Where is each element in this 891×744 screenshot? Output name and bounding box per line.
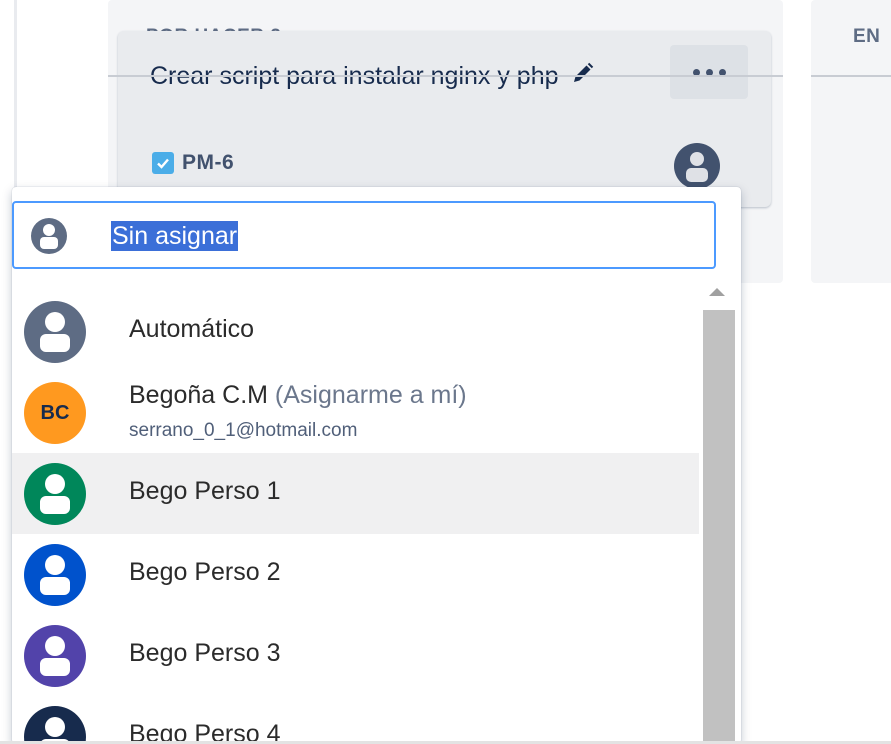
scrollbar[interactable] xyxy=(703,286,735,744)
person-icon xyxy=(24,706,86,744)
unassigned-avatar-icon xyxy=(31,218,67,254)
option-email: serrano_0_1@hotmail.com xyxy=(129,420,358,441)
option-subtext: (Asignarme a mí) xyxy=(274,381,467,409)
column-in-progress-title: EN xyxy=(853,26,881,47)
search-value[interactable]: Sin asignar xyxy=(111,221,239,251)
checkbox-icon xyxy=(152,152,174,174)
option-name: Automático xyxy=(129,315,255,343)
list-item[interactable]: Automático xyxy=(12,291,699,372)
column-in-progress: EN xyxy=(811,0,891,283)
divider xyxy=(108,75,783,77)
pencil-icon[interactable] xyxy=(571,60,595,94)
assignee-search-input[interactable]: Sin asignar xyxy=(12,201,716,269)
list-item[interactable]: Bego Perso 1 xyxy=(12,453,699,534)
option-name: Bego Perso 3 xyxy=(129,639,281,667)
issue-card[interactable]: Crear script para instalar nginx y php P… xyxy=(118,31,771,207)
more-button[interactable] xyxy=(670,45,748,99)
scrollbar-thumb[interactable] xyxy=(703,310,735,744)
option-name: Bego Perso 2 xyxy=(129,558,281,586)
left-rail xyxy=(14,0,17,200)
person-icon xyxy=(24,544,86,606)
person-icon xyxy=(24,301,86,363)
list-item[interactable]: Bego Perso 3 xyxy=(12,615,699,696)
option-name: Bego Perso 1 xyxy=(129,477,281,505)
option-name: Begoña C.M xyxy=(129,381,268,409)
user-avatar: BC xyxy=(24,382,86,444)
assignee-dropdown: Sin asignar Automático BC Begoña C.M (As… xyxy=(12,187,741,744)
person-icon xyxy=(24,625,86,687)
avatar-initials: BC xyxy=(40,401,70,424)
person-icon xyxy=(24,463,86,525)
list-item[interactable]: BC Begoña C.M (Asignarme a mí) serrano_0… xyxy=(12,372,699,453)
list-item[interactable]: Bego Perso 4 xyxy=(12,696,699,744)
list-item[interactable]: Bego Perso 2 xyxy=(12,534,699,615)
option-name-wrap: Begoña C.M (Asignarme a mí) xyxy=(129,381,467,410)
card-footer: PM-6 xyxy=(152,151,234,175)
assignee-list: Automático BC Begoña C.M (Asignarme a mí… xyxy=(12,291,699,744)
card-assignee-avatar[interactable] xyxy=(674,143,720,189)
divider xyxy=(811,75,891,77)
issue-key[interactable]: PM-6 xyxy=(182,151,234,175)
scroll-up-icon[interactable] xyxy=(709,288,725,296)
